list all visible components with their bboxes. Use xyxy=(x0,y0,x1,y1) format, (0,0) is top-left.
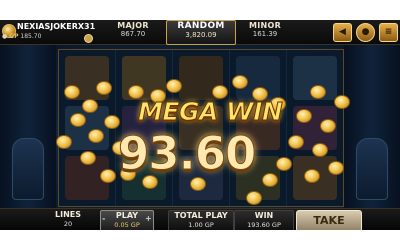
jackpot-major: MAJOR 867.70 xyxy=(106,21,160,43)
win-value: 193.60 GP xyxy=(247,221,281,229)
coin-icon xyxy=(328,161,344,175)
jackpot-random-label: RANDOM xyxy=(177,21,225,31)
jackpot-minor: MINOR 161.39 xyxy=(238,21,292,43)
coin-icon xyxy=(320,119,336,133)
jackpot-minor-label: MINOR xyxy=(248,21,282,30)
coin-icon xyxy=(288,135,304,149)
coin-icon xyxy=(64,85,80,99)
win-amount: 93.60 xyxy=(117,127,256,181)
statue-right xyxy=(356,138,388,200)
statue-left xyxy=(12,138,44,200)
coin-icon xyxy=(312,143,328,157)
jackpot-major-value: 867.70 xyxy=(120,30,146,38)
jackpot-random: RANDOM 3,820.09 xyxy=(166,20,236,45)
coin-icon xyxy=(304,169,320,183)
info-icon[interactable]: ● xyxy=(356,23,375,42)
coin-icon xyxy=(296,109,312,123)
win-box: WIN 193.60 GP xyxy=(234,210,294,230)
game-stage: MEGA WIN 93.60 xyxy=(0,45,400,208)
total-play-label: TOTAL PLAY xyxy=(174,211,228,220)
jackpot-minor-value: 161.39 xyxy=(252,30,278,38)
jackpot-major-label: MAJOR xyxy=(117,21,149,30)
mega-win-title: MEGA WIN xyxy=(137,97,283,127)
lines-box: LINES 20 xyxy=(40,210,96,230)
coin-icon xyxy=(84,34,93,43)
coin-icon xyxy=(88,129,104,143)
take-button[interactable]: TAKE xyxy=(296,210,362,230)
coin-icon xyxy=(80,151,96,165)
coin-icon xyxy=(56,135,72,149)
jackpot-random-value: 3,820.09 xyxy=(185,31,217,39)
coin-icon xyxy=(82,99,98,113)
player-panel: NEXIASJOKERX31 ● GP 185.70 xyxy=(2,22,96,43)
coin-icon xyxy=(262,173,278,187)
total-play-box: TOTAL PLAY 1.00 GP xyxy=(168,210,234,230)
left-pillar xyxy=(0,45,56,208)
coin-icon xyxy=(96,81,112,95)
bet-increase-button[interactable]: + xyxy=(145,214,152,223)
coin-icon xyxy=(166,79,182,93)
bottom-bar: LINES 20 PLAY 0.05 GP - + TOTAL PLAY 1.0… xyxy=(0,208,400,230)
game-window: NEXIASJOKERX31 ● GP 185.70 MAJOR 867.70 … xyxy=(0,20,400,230)
right-pillar xyxy=(344,45,400,208)
coin-icon xyxy=(100,169,116,183)
top-bar: NEXIASJOKERX31 ● GP 185.70 MAJOR 867.70 … xyxy=(0,20,400,45)
coin-icon xyxy=(232,75,248,89)
coin-icon xyxy=(276,157,292,171)
player-name: NEXIASJOKERX31 xyxy=(17,22,96,31)
speaker-icon[interactable]: ◀ xyxy=(333,23,352,42)
balance-row: ● GP 185.70 xyxy=(2,33,41,40)
win-label: WIN xyxy=(254,211,274,220)
coin-icon xyxy=(70,113,86,127)
balance-value: 185.70 xyxy=(20,33,42,40)
lines-label: LINES xyxy=(55,210,81,219)
lines-value: 20 xyxy=(63,220,73,228)
coin-icon xyxy=(310,85,326,99)
gp-label: GP xyxy=(9,33,19,40)
coin-icon xyxy=(334,95,350,109)
coin-icon xyxy=(246,191,262,205)
bet-decrease-button[interactable]: - xyxy=(102,214,105,223)
total-play-value: 1.00 GP xyxy=(188,221,214,229)
menu-icon[interactable]: ≡ xyxy=(379,23,398,42)
